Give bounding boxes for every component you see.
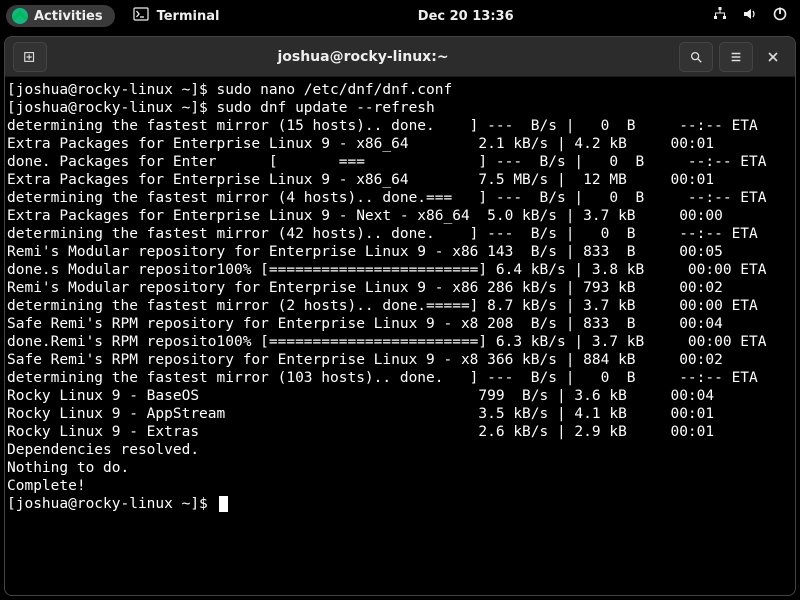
cursor [219,496,228,512]
current-app-label: Terminal [157,9,220,24]
network-icon[interactable] [712,6,728,26]
window-title: joshua@rocky-linux:~ [47,49,679,65]
close-button[interactable] [759,43,787,71]
window-titlebar: joshua@rocky-linux:~ [5,37,795,77]
activities-button[interactable]: Activities [6,5,115,27]
terminal-window: joshua@rocky-linux:~ [joshua@rocky-linux… [4,36,796,596]
terminal-icon [133,6,149,26]
gnome-topbar: Activities Terminal Dec 20 13:36 [0,0,800,32]
activities-label: Activities [34,9,103,24]
search-button[interactable] [679,42,713,72]
terminal-viewport[interactable]: [joshua@rocky-linux ~]$ sudo nano /etc/d… [5,77,795,595]
new-tab-button[interactable] [13,42,47,72]
hamburger-menu-button[interactable] [719,42,753,72]
clock[interactable]: Dec 20 13:36 [219,9,712,24]
current-app-indicator[interactable]: Terminal [125,6,220,26]
power-icon[interactable] [772,6,788,26]
distro-logo-icon [12,8,28,24]
volume-icon[interactable] [742,6,758,26]
